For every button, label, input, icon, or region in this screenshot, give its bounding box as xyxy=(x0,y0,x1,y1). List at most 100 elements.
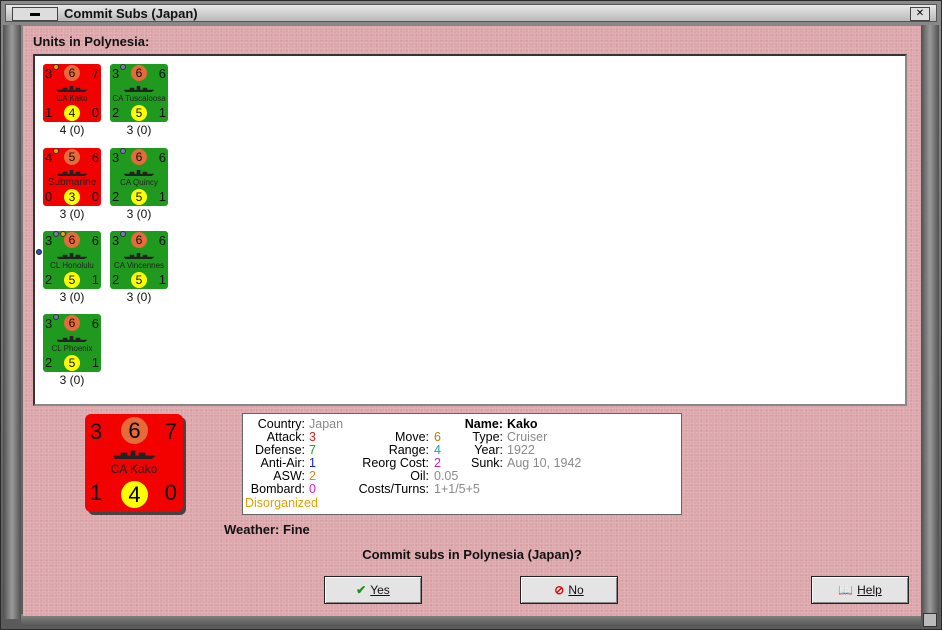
unit-defense: 6 xyxy=(158,233,166,248)
unit-attack: 3 xyxy=(112,150,120,165)
status-dot-icon xyxy=(60,231,66,237)
unit-range: 5 xyxy=(64,272,80,288)
help-button[interactable]: 📖 Help xyxy=(811,576,909,604)
unit-status-dots xyxy=(120,224,127,237)
status-dot-icon xyxy=(120,64,126,70)
unit-counter[interactable]: 3 6 6 2 5 1 CA Quincy xyxy=(110,148,168,206)
move-label: Move: xyxy=(394,430,429,444)
attack-value: 3 xyxy=(309,430,316,444)
range-value: 4 xyxy=(434,443,441,457)
unit-asw: 1 xyxy=(158,272,166,287)
question-text: Commit subs in Polynesia (Japan)? xyxy=(362,547,582,562)
unit-range: 5 xyxy=(131,272,147,288)
ship-icon xyxy=(124,170,154,176)
selected-asw: 0 xyxy=(164,480,177,505)
oil-label: Oil: xyxy=(410,469,429,483)
selected-range: 4 xyxy=(121,481,148,508)
range-label: Range: xyxy=(388,443,429,457)
antiair-label: Anti-Air: xyxy=(260,456,305,470)
unit-counter[interactable]: 3 6 7 1 4 0 CA Kako xyxy=(43,64,101,122)
year-label: Year: xyxy=(474,443,503,457)
unit-move: 6 xyxy=(131,149,147,165)
book-icon: 📖 xyxy=(838,583,854,597)
unit-attack: 3 xyxy=(112,66,120,81)
asw-value: 2 xyxy=(309,469,316,483)
ship-icon xyxy=(57,253,87,259)
selected-antiair: 1 xyxy=(90,480,103,505)
unit-attack: 4 xyxy=(45,150,53,165)
status-dot-icon xyxy=(53,231,59,237)
title-bar[interactable]: ▬ Commit Subs (Japan) ✕ xyxy=(5,4,937,22)
unit-defense: 6 xyxy=(91,233,99,248)
unit-asw: 1 xyxy=(158,189,166,204)
defense-label: Defense: xyxy=(254,443,305,457)
units-list: 3 6 7 1 4 0 CA Kako 4 (0) 3 6 6 2 5 1 CA Tuscaloosa 3 (… xyxy=(33,54,907,406)
unit-asw: 0 xyxy=(91,105,99,120)
unit-status-dots xyxy=(53,57,60,70)
unit-asw: 0 xyxy=(91,189,99,204)
sunk-label: Sunk: xyxy=(471,456,503,470)
unit-name: CA Vincennes xyxy=(113,261,165,270)
defense-value: 7 xyxy=(309,443,316,457)
unit-antiair: 2 xyxy=(112,105,120,120)
checkmark-icon: ✔ xyxy=(356,583,367,597)
bombard-label: Bombard: xyxy=(250,482,305,496)
type-value: Cruiser xyxy=(507,430,548,444)
window-title: Commit Subs (Japan) xyxy=(64,6,198,21)
ship-icon xyxy=(113,450,155,459)
unit-status-dots xyxy=(53,141,60,154)
unit-range: 5 xyxy=(64,355,80,371)
unit-strength-caption: 3 (0) xyxy=(126,123,152,137)
resize-grip-icon[interactable] xyxy=(923,613,937,627)
unit-counter[interactable]: 3 6 6 2 5 1 CL Phoenix xyxy=(43,314,101,372)
unit-move: 5 xyxy=(64,149,80,165)
unit-attack: 3 xyxy=(45,316,53,331)
bombard-value: 0 xyxy=(309,482,316,496)
unit-range: 5 xyxy=(131,105,147,121)
unit-defense: 6 xyxy=(158,66,166,81)
unit-counter[interactable]: 4 5 6 0 3 0 Submarine xyxy=(43,148,101,206)
yes-button[interactable]: ✔ Yes xyxy=(324,576,422,604)
unit-antiair: 2 xyxy=(45,355,53,370)
asw-label: ASW: xyxy=(273,469,305,483)
unit-attack: 3 xyxy=(45,66,53,81)
close-icon[interactable]: ✕ xyxy=(910,7,930,21)
ship-icon xyxy=(57,336,87,342)
unit-defense: 6 xyxy=(91,150,99,165)
ship-icon xyxy=(124,253,154,259)
no-button[interactable]: ⊘ No xyxy=(520,576,618,604)
unit-asw: 1 xyxy=(91,355,99,370)
unit-strength-caption: 4 (0) xyxy=(59,123,85,137)
reorg-label: Reorg Cost: xyxy=(362,456,429,470)
ship-icon xyxy=(57,86,87,92)
unit-name: CL Phoenix xyxy=(51,344,93,353)
ship-icon xyxy=(57,170,87,176)
side-status-dot-icon xyxy=(36,249,42,255)
unit-status-dots xyxy=(53,307,60,320)
no-entry-icon: ⊘ xyxy=(554,583,565,597)
unit-move: 6 xyxy=(131,65,147,81)
dialog-window: ▬ Commit Subs (Japan) ✕ Units in Polynes… xyxy=(0,0,942,630)
unit-antiair: 2 xyxy=(45,272,53,287)
window-menu-icon[interactable]: ▬ xyxy=(12,7,58,21)
unit-antiair: 2 xyxy=(112,272,120,287)
status-dot-icon xyxy=(120,148,126,154)
unit-antiair: 1 xyxy=(45,105,53,120)
unit-name: CA Kako xyxy=(56,94,88,103)
units-label: Units in Polynesia: xyxy=(33,34,150,49)
unit-counter[interactable]: 3 6 6 2 5 1 CL Honolulu xyxy=(43,231,101,289)
weather-value: Fine xyxy=(283,522,310,537)
no-label: No xyxy=(568,583,584,597)
unit-counter[interactable]: 3 6 6 2 5 1 CA Tuscaloosa xyxy=(110,64,168,122)
unit-move: 6 xyxy=(64,315,80,331)
unit-counter[interactable]: 3 6 6 2 5 1 CA Vincennes xyxy=(110,231,168,289)
frame-left xyxy=(3,25,21,619)
selected-unit-counter: 3 6 7 CA Kako 1 4 0 xyxy=(85,414,183,512)
status-text: Disorganized xyxy=(245,496,318,510)
move-value: 6 xyxy=(434,430,441,444)
country-label: Country: xyxy=(257,417,305,431)
type-label: Type: xyxy=(472,430,503,444)
unit-range: 3 xyxy=(64,189,80,205)
frame-right xyxy=(921,25,939,619)
unit-name: CA Tuscaloosa xyxy=(112,94,166,103)
